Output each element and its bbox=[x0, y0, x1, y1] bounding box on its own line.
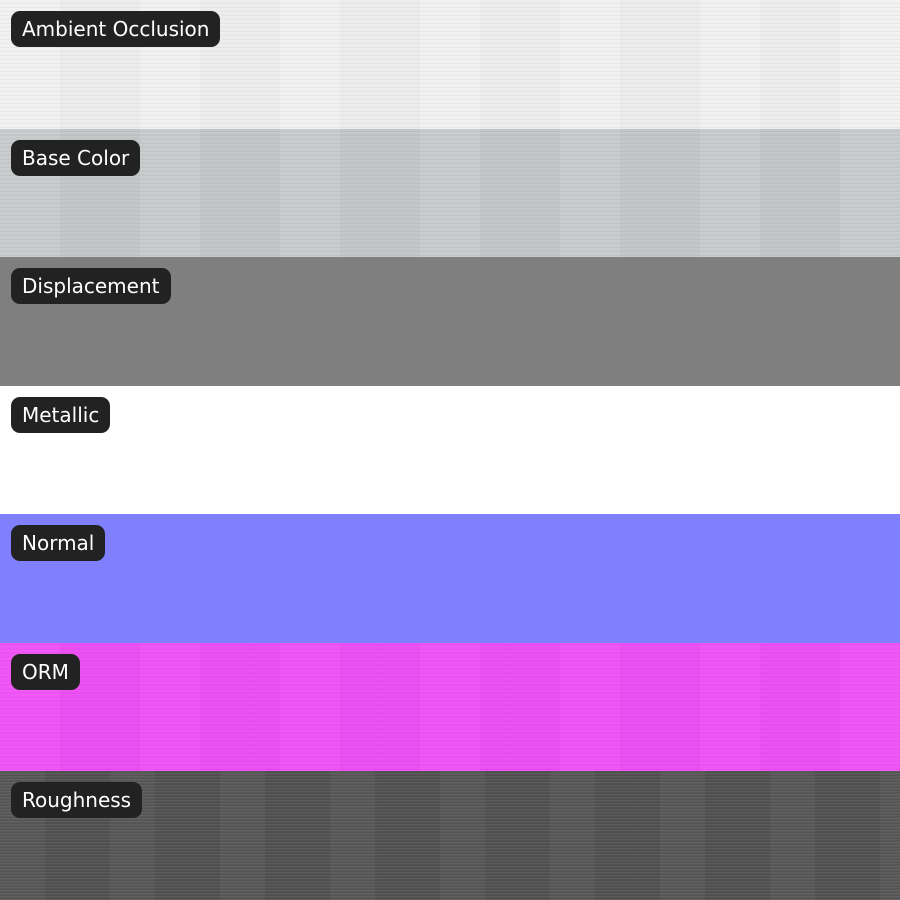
swatch-ambient-occlusion: Ambient Occlusion bbox=[0, 0, 900, 129]
swatch-texture bbox=[0, 386, 900, 515]
swatch-base-color: Base Color bbox=[0, 128, 900, 258]
swatch-texture bbox=[0, 514, 900, 643]
swatch-orm: ORM bbox=[0, 642, 900, 772]
texture-map-sheet: Ambient Occlusion Base Color Displacemen… bbox=[0, 0, 900, 900]
swatch-texture bbox=[0, 642, 900, 772]
swatch-label: Base Color bbox=[11, 139, 141, 176]
swatch-normal: Normal bbox=[0, 514, 900, 643]
swatch-label: Normal bbox=[11, 525, 106, 562]
swatch-label: Metallic bbox=[11, 396, 111, 433]
swatch-roughness: Roughness bbox=[0, 771, 900, 900]
swatch-label: Ambient Occlusion bbox=[11, 11, 221, 47]
swatch-metallic: Metallic bbox=[0, 385, 900, 515]
swatch-label: ORM bbox=[11, 653, 80, 690]
swatch-label: Roughness bbox=[11, 782, 143, 819]
swatch-label: Displacement bbox=[11, 268, 171, 305]
swatch-displacement: Displacement bbox=[0, 257, 900, 386]
